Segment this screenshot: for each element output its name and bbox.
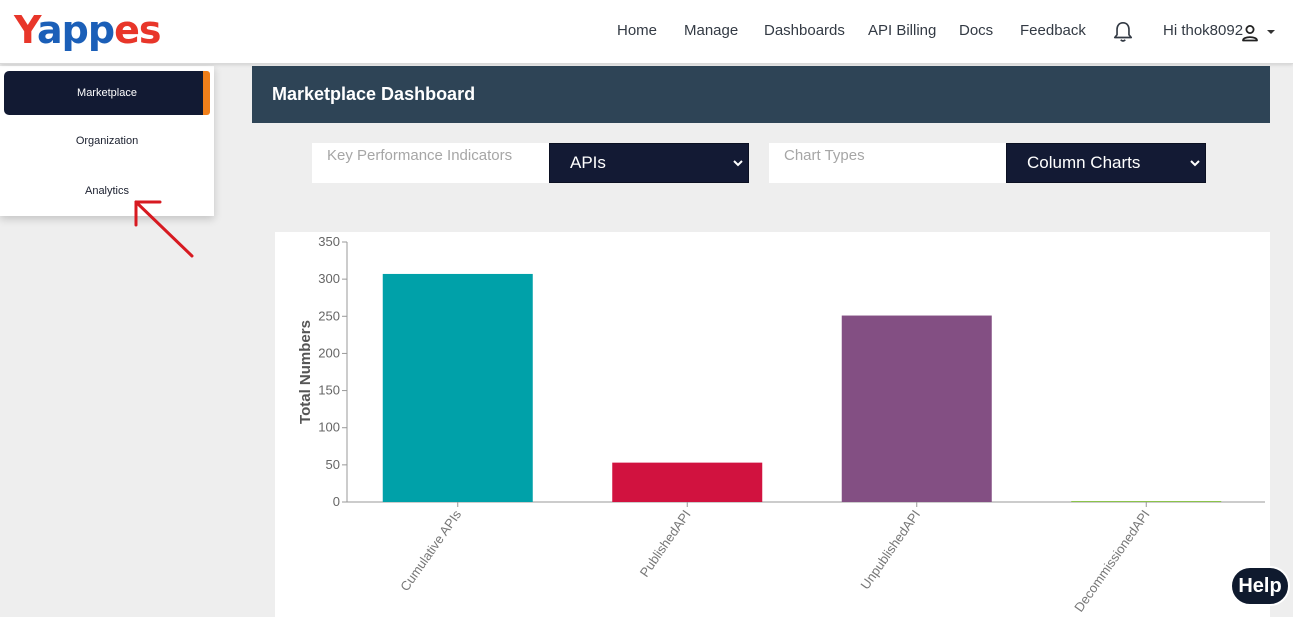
sidebar: Marketplace Organization Analytics — [0, 66, 214, 216]
x-tick-label: Cumulative APIs — [397, 507, 464, 594]
kpi-select[interactable]: APIs — [549, 143, 749, 183]
sidebar-item-label: Analytics — [84, 185, 130, 197]
nav-docs[interactable]: Docs — [959, 22, 993, 39]
x-tick-label: DecommissionedAPI — [1071, 507, 1152, 614]
nav-feedback[interactable]: Feedback — [1020, 22, 1086, 39]
top-navbar: Yappes Home Manage Dashboards API Billin… — [0, 0, 1293, 64]
column-chart: 0 50 100 150 200 250 300 350 Total Numbers Cumula… — [297, 234, 1265, 615]
help-button[interactable]: Help — [1230, 566, 1290, 606]
y-tick-label: 350 — [318, 234, 340, 249]
chart-type-filter-label: Chart Types — [784, 147, 865, 164]
y-tick-label: 200 — [318, 345, 340, 360]
nav-manage[interactable]: Manage — [684, 22, 738, 39]
bell-icon[interactable] — [1112, 20, 1134, 44]
chevron-down-icon — [1190, 160, 1200, 167]
y-tick-label: 150 — [318, 383, 340, 398]
page-title-bar: Marketplace Dashboard — [252, 66, 1270, 123]
bar — [1071, 501, 1222, 502]
user-icon[interactable] — [1240, 23, 1260, 43]
kpi-filter-label: Key Performance Indicators — [327, 147, 513, 164]
y-tick-label: 50 — [326, 457, 340, 472]
user-greeting[interactable]: Hi thok8092 — [1163, 22, 1243, 39]
active-indicator — [203, 71, 210, 115]
chart-type-select[interactable]: Column Charts — [1006, 143, 1206, 183]
x-tick-label: PublishedAPI — [637, 507, 694, 580]
chevron-down-icon — [733, 160, 743, 167]
x-tick-label: UnpublishedAPI — [857, 507, 923, 592]
page-title: Marketplace Dashboard — [272, 84, 476, 104]
sidebar-item-marketplace[interactable]: Marketplace — [4, 71, 210, 115]
sidebar-item-label: Organization — [75, 135, 139, 147]
y-tick-label: 300 — [318, 271, 340, 286]
yappes-logo[interactable]: Yappes — [14, 8, 161, 52]
nav-home[interactable]: Home — [617, 22, 657, 39]
caret-down-icon[interactable] — [1266, 28, 1276, 36]
sidebar-item-label: Marketplace — [77, 87, 137, 99]
nav-dashboards[interactable]: Dashboards — [764, 22, 845, 39]
y-axis-label: Total Numbers — [297, 320, 314, 424]
bar — [382, 273, 533, 502]
nav-api-billing[interactable]: API Billing — [868, 22, 936, 39]
bar — [612, 462, 763, 502]
kpi-select-value: APIs — [570, 153, 606, 172]
y-tick-label: 100 — [318, 420, 340, 435]
chart-type-select-value: Column Charts — [1027, 153, 1141, 172]
y-tick-label: 250 — [318, 308, 340, 323]
bar — [841, 315, 992, 502]
y-tick-label: 0 — [333, 494, 340, 509]
annotation-arrow-icon — [134, 200, 194, 258]
sidebar-item-organization[interactable]: Organization — [4, 119, 210, 163]
